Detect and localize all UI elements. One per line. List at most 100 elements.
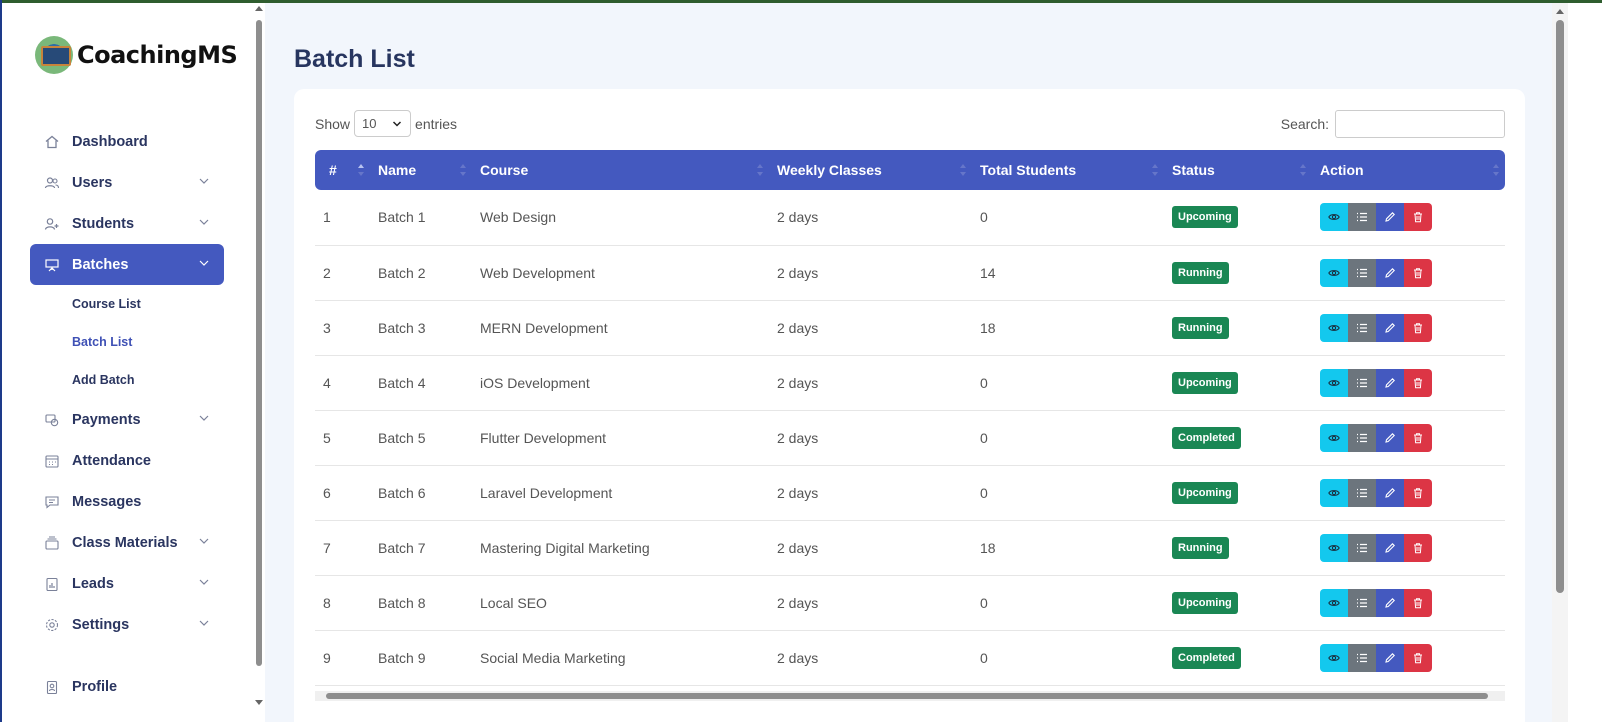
delete-button[interactable]: [1404, 423, 1432, 452]
column-header-name[interactable]: Name: [370, 150, 472, 190]
column-header-total-students[interactable]: Total Students: [972, 150, 1164, 190]
details-button[interactable]: [1348, 368, 1376, 397]
row-actions: [1320, 423, 1505, 452]
sidebar-item-batches[interactable]: Batches: [30, 244, 224, 285]
details-button[interactable]: [1348, 478, 1376, 507]
eye-icon: [1328, 654, 1340, 661]
app-logo[interactable]: CoachingMS: [35, 36, 238, 74]
view-button[interactable]: [1320, 478, 1348, 507]
sidebar-subitem-batch-list[interactable]: Batch List: [30, 323, 224, 361]
chevron-down-icon: [199, 538, 209, 544]
delete-button[interactable]: [1404, 478, 1432, 507]
delete-button[interactable]: [1404, 258, 1432, 287]
details-button[interactable]: [1348, 643, 1376, 672]
delete-button[interactable]: [1404, 203, 1432, 232]
row-actions: [1320, 588, 1505, 617]
cell-number: 1: [315, 190, 370, 246]
details-button[interactable]: [1348, 258, 1376, 287]
sidebar-item-dashboard[interactable]: Dashboard: [30, 121, 224, 162]
sidebar-item-class-materials[interactable]: Class Materials: [30, 522, 224, 563]
page-scrollbar-thumb[interactable]: [1556, 20, 1564, 593]
eye-icon: [1328, 544, 1340, 551]
entries-select[interactable]: 10: [354, 110, 412, 137]
table-row: 8 Batch 8 Local SEO 2 days 0 Upcoming: [315, 575, 1505, 631]
edit-button[interactable]: [1376, 423, 1404, 452]
sidebar-item-settings[interactable]: Settings: [30, 604, 224, 645]
column-header-number[interactable]: #: [315, 150, 370, 190]
cell-course: MERN Development: [472, 300, 769, 356]
column-header-status[interactable]: Status: [1164, 150, 1312, 190]
sidebar-item-leads[interactable]: Leads: [30, 563, 224, 604]
sidebar-subitem-add-batch[interactable]: Add Batch: [30, 361, 224, 399]
sidebar-item-users[interactable]: Users: [30, 162, 224, 203]
pencil-icon: [1385, 597, 1395, 608]
details-button[interactable]: [1348, 203, 1376, 232]
view-button[interactable]: [1320, 368, 1348, 397]
list-icon: [1357, 433, 1367, 442]
delete-button[interactable]: [1404, 533, 1432, 562]
cell-actions: [1312, 245, 1505, 301]
page-scroll-up-arrow[interactable]: [1556, 9, 1564, 14]
view-button[interactable]: [1320, 588, 1348, 617]
column-header-course[interactable]: Course: [472, 150, 769, 190]
table-row: 1 Batch 1 Web Design 2 days 0 Upcoming: [315, 190, 1505, 246]
details-button[interactable]: [1348, 423, 1376, 452]
sidebar-scroll-down-arrow[interactable]: [255, 700, 263, 705]
view-button[interactable]: [1320, 313, 1348, 342]
view-button[interactable]: [1320, 533, 1348, 562]
sidebar-item-label: Leads: [72, 575, 114, 592]
delete-button[interactable]: [1404, 588, 1432, 617]
column-header-label: Name: [378, 162, 417, 178]
view-button[interactable]: [1320, 643, 1348, 672]
sidebar-subitem-course-list[interactable]: Course List: [30, 285, 224, 323]
edit-button[interactable]: [1376, 533, 1404, 562]
status-badge: Running: [1172, 536, 1229, 559]
sidebar-item-attendance[interactable]: Attendance: [30, 440, 224, 481]
sidebar-scrollbar-thumb[interactable]: [256, 20, 262, 666]
details-button[interactable]: [1348, 533, 1376, 562]
cell-course: iOS Development: [472, 355, 769, 411]
delete-button[interactable]: [1404, 643, 1432, 672]
search-input[interactable]: [1335, 110, 1505, 138]
edit-button[interactable]: [1376, 368, 1404, 397]
sidebar-item-students[interactable]: Students: [30, 203, 224, 244]
cell-name: Batch 4: [370, 355, 472, 411]
edit-button[interactable]: [1376, 313, 1404, 342]
payments-icon: [44, 412, 60, 428]
details-button[interactable]: [1348, 313, 1376, 342]
sort-icon: [1493, 164, 1499, 176]
sidebar-item-label: Attendance: [72, 452, 151, 469]
edit-button[interactable]: [1376, 643, 1404, 672]
table-horizontal-scrollbar[interactable]: [315, 691, 1505, 701]
delete-button[interactable]: [1404, 313, 1432, 342]
edit-button[interactable]: [1376, 478, 1404, 507]
trash-icon: [1414, 267, 1422, 278]
page-scrollbar[interactable]: [1552, 3, 1568, 722]
cell-status: Completed: [1164, 630, 1312, 686]
show-label: Show: [315, 115, 351, 132]
sidebar-scrollbar[interactable]: [256, 10, 262, 700]
sidebar-item-payments[interactable]: Payments: [30, 399, 224, 440]
table-row: 5 Batch 5 Flutter Development 2 days 0 C…: [315, 410, 1505, 466]
sidebar-item-messages[interactable]: Messages: [30, 481, 224, 522]
column-header-action[interactable]: Action: [1312, 150, 1505, 190]
column-header-weekly-classes[interactable]: Weekly Classes: [769, 150, 972, 190]
edit-button[interactable]: [1376, 588, 1404, 617]
view-button[interactable]: [1320, 203, 1348, 232]
sidebar-item-profile[interactable]: Profile: [30, 666, 224, 707]
entries-label: entries: [415, 115, 458, 132]
cell-course: Mastering Digital Marketing: [472, 520, 769, 576]
cell-name: Batch 5: [370, 410, 472, 466]
status-badge: Upcoming: [1172, 206, 1238, 229]
details-button[interactable]: [1348, 588, 1376, 617]
status-badge: Completed: [1172, 646, 1241, 669]
edit-button[interactable]: [1376, 203, 1404, 232]
view-button[interactable]: [1320, 423, 1348, 452]
delete-button[interactable]: [1404, 368, 1432, 397]
trash-icon: [1414, 322, 1422, 333]
table-scrollbar-thumb[interactable]: [326, 693, 1488, 699]
edit-button[interactable]: [1376, 258, 1404, 287]
column-header-label: Weekly Classes: [777, 162, 882, 178]
cell-number: 6: [315, 465, 370, 521]
view-button[interactable]: [1320, 258, 1348, 287]
